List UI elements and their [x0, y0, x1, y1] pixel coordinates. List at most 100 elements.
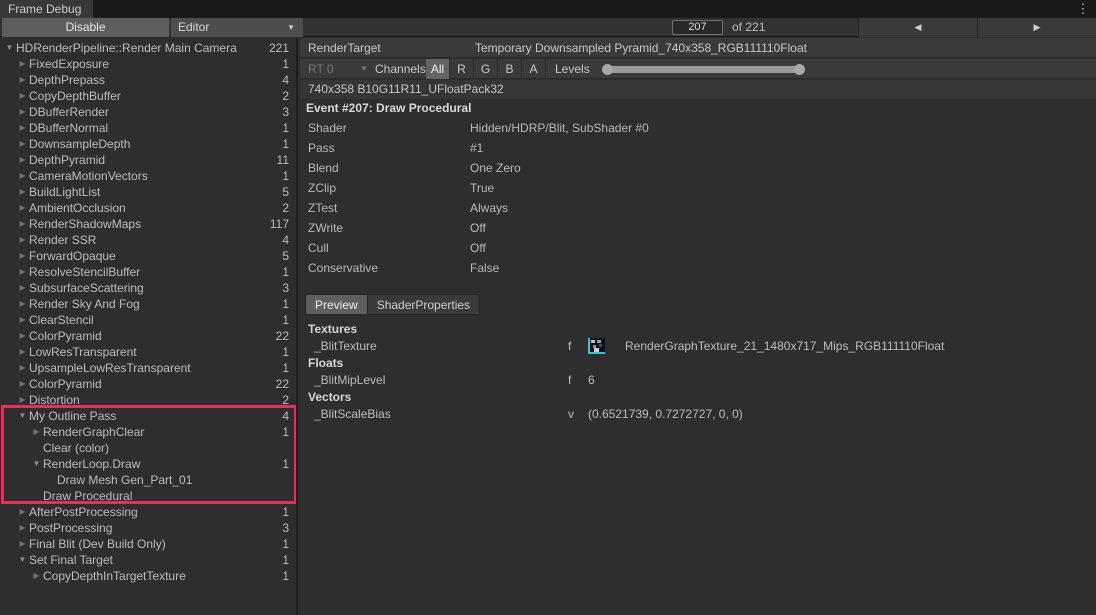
tree-item-label: RenderLoop.Draw — [43, 457, 141, 471]
tab-preview[interactable]: Preview — [305, 294, 368, 315]
target-selection-dropdown[interactable]: Editor ▼ — [171, 18, 303, 37]
collapsed-triangle-icon[interactable]: ▶ — [16, 280, 29, 296]
tree-item-label: Clear (color) — [43, 441, 110, 455]
toolbar: Disable Editor ▼ 207 of 221 ◀ ▶ — [0, 18, 1096, 50]
collapsed-triangle-icon[interactable]: ▶ — [16, 504, 29, 520]
expanded-triangle-icon[interactable]: ▼ — [3, 40, 16, 56]
tree-item-count: 22 — [275, 377, 289, 391]
collapsed-triangle-icon[interactable]: ▶ — [16, 248, 29, 264]
collapsed-triangle-icon[interactable]: ▶ — [16, 200, 29, 216]
property-name: ZClip — [308, 181, 337, 195]
collapsed-triangle-icon[interactable]: ▶ — [16, 152, 29, 168]
event-tree-panel: ▼ HDRenderPipeline::Render Main Camera 221… — [0, 38, 298, 615]
window-tab[interactable]: Frame Debug — [0, 0, 93, 18]
collapsed-triangle-icon[interactable]: ▶ — [16, 296, 29, 312]
channel-button-a[interactable]: A — [522, 59, 546, 79]
collapsed-triangle-icon[interactable]: ▶ — [16, 232, 29, 248]
collapsed-triangle-icon[interactable]: ▶ — [16, 216, 29, 232]
levels-min-handle[interactable] — [602, 64, 613, 75]
tree-item[interactable]: Draw Mesh Gen_Part_01 — [0, 472, 296, 488]
tree-item[interactable]: ▶ DBufferRender 3 — [0, 104, 296, 120]
tree-item[interactable]: ▶ AmbientOcclusion 2 — [0, 200, 296, 216]
next-event-button[interactable]: ▶ — [978, 18, 1096, 37]
collapsed-triangle-icon[interactable]: ▶ — [16, 184, 29, 200]
collapsed-triangle-icon[interactable]: ▶ — [16, 376, 29, 392]
property-row: Pass #1 — [300, 138, 1096, 158]
frame-number-field[interactable]: 207 — [672, 20, 723, 35]
tree-item[interactable]: ▶ DepthPrepass 4 — [0, 72, 296, 88]
channel-button-b[interactable]: B — [498, 59, 522, 79]
tree-item[interactable]: ▼ HDRenderPipeline::Render Main Camera 221 — [0, 40, 296, 56]
tree-item[interactable]: ▶ AfterPostProcessing 1 — [0, 504, 296, 520]
tree-item[interactable]: ▶ Render Sky And Fog 1 — [0, 296, 296, 312]
collapsed-triangle-icon[interactable]: ▶ — [16, 328, 29, 344]
levels-range-slider[interactable] — [602, 63, 805, 75]
shader-property-value: RenderGraphTexture_21_1480x717_Mips_RGB1… — [625, 339, 945, 353]
tree-item[interactable]: ▶ FixedExposure 1 — [0, 56, 296, 72]
channel-button-r[interactable]: R — [450, 59, 474, 79]
tree-item[interactable]: ▶ Render SSR 4 — [0, 232, 296, 248]
tree-item[interactable]: Draw Procedural — [0, 488, 296, 504]
tree-item[interactable]: ▼ RenderLoop.Draw 1 — [0, 456, 296, 472]
kebab-menu-icon[interactable]: ⋮ — [1076, 1, 1090, 17]
texture-thumbnail-icon[interactable] — [588, 338, 605, 354]
expanded-triangle-icon[interactable]: ▼ — [16, 408, 29, 424]
tree-item[interactable]: ▶ CameraMotionVectors 1 — [0, 168, 296, 184]
collapsed-triangle-icon[interactable]: ▶ — [16, 344, 29, 360]
collapsed-triangle-icon[interactable]: ▶ — [16, 536, 29, 552]
tree-item-label: Distortion — [29, 393, 80, 407]
collapsed-triangle-icon[interactable]: ▶ — [16, 104, 29, 120]
collapsed-triangle-icon[interactable]: ▶ — [16, 392, 29, 408]
levels-slider-bar[interactable] — [608, 66, 800, 73]
tree-item[interactable]: ▶ ResolveStencilBuffer 1 — [0, 264, 296, 280]
tab-shaderproperties[interactable]: ShaderProperties — [367, 294, 481, 315]
tree-item[interactable]: ▶ RenderShadowMaps 117 — [0, 216, 296, 232]
disable-button[interactable]: Disable — [2, 18, 169, 37]
channel-button-g[interactable]: G — [474, 59, 498, 79]
tree-item[interactable]: ▶ ColorPyramid 22 — [0, 328, 296, 344]
tree-item[interactable]: ▶ UpsampleLowResTransparent 1 — [0, 360, 296, 376]
tree-item[interactable]: ▶ Distortion 2 — [0, 392, 296, 408]
tree-item[interactable]: ▶ CopyDepthInTargetTexture 1 — [0, 568, 296, 584]
tree-item[interactable]: Clear (color) — [0, 440, 296, 456]
tree-item[interactable]: ▼ Set Final Target 1 — [0, 552, 296, 568]
collapsed-triangle-icon[interactable]: ▶ — [16, 88, 29, 104]
collapsed-triangle-icon[interactable]: ▶ — [30, 568, 43, 584]
collapsed-triangle-icon[interactable]: ▶ — [16, 72, 29, 88]
collapsed-triangle-icon[interactable]: ▶ — [16, 120, 29, 136]
expanded-triangle-icon[interactable]: ▼ — [16, 552, 29, 568]
tree-item[interactable]: ▶ ForwardOpaque 5 — [0, 248, 296, 264]
collapsed-triangle-icon[interactable]: ▶ — [16, 56, 29, 72]
tree-item[interactable]: ▶ PostProcessing 3 — [0, 520, 296, 536]
tree-item[interactable]: ▶ Final Blit (Dev Build Only) 1 — [0, 536, 296, 552]
tree-item[interactable]: ▼ My Outline Pass 4 — [0, 408, 296, 424]
texture-info-row: 740x358 B10G11R11_UFloatPack32 — [300, 80, 1096, 99]
tree-item-label: RenderGraphClear — [43, 425, 145, 439]
collapsed-triangle-icon[interactable]: ▶ — [16, 264, 29, 280]
levels-max-handle[interactable] — [794, 64, 805, 75]
tree-item[interactable]: ▶ ColorPyramid 22 — [0, 376, 296, 392]
tree-item[interactable]: ▶ LowResTransparent 1 — [0, 344, 296, 360]
tree-item[interactable]: ▶ ClearStencil 1 — [0, 312, 296, 328]
collapsed-triangle-icon[interactable]: ▶ — [16, 312, 29, 328]
expanded-triangle-icon[interactable]: ▼ — [30, 456, 43, 472]
channel-button-all[interactable]: All — [426, 59, 450, 79]
previous-event-button[interactable]: ◀ — [859, 18, 977, 37]
tree-item[interactable]: ▶ CopyDepthBuffer 2 — [0, 88, 296, 104]
collapsed-triangle-icon[interactable]: ▶ — [16, 520, 29, 536]
tree-item[interactable]: ▶ DBufferNormal 1 — [0, 120, 296, 136]
tree-item[interactable]: ▶ DepthPyramid 11 — [0, 152, 296, 168]
collapsed-triangle-icon[interactable]: ▶ — [16, 360, 29, 376]
property-value: True — [470, 181, 495, 195]
tree-item[interactable]: ▶ RenderGraphClear 1 — [0, 424, 296, 440]
channels-row: RT 0 ▼ Channels All R G B A Levels — [300, 59, 1096, 79]
event-tree: ▼ HDRenderPipeline::Render Main Camera 221… — [0, 40, 296, 584]
collapsed-triangle-icon[interactable]: ▶ — [16, 168, 29, 184]
rt-index-dropdown[interactable]: RT 0 ▼ — [308, 59, 370, 79]
tree-item[interactable]: ▶ DownsampleDepth 1 — [0, 136, 296, 152]
tree-item[interactable]: ▶ SubsurfaceScattering 3 — [0, 280, 296, 296]
tree-item-count: 3 — [282, 521, 289, 535]
tree-item[interactable]: ▶ BuildLightList 5 — [0, 184, 296, 200]
collapsed-triangle-icon[interactable]: ▶ — [16, 136, 29, 152]
collapsed-triangle-icon[interactable]: ▶ — [30, 424, 43, 440]
